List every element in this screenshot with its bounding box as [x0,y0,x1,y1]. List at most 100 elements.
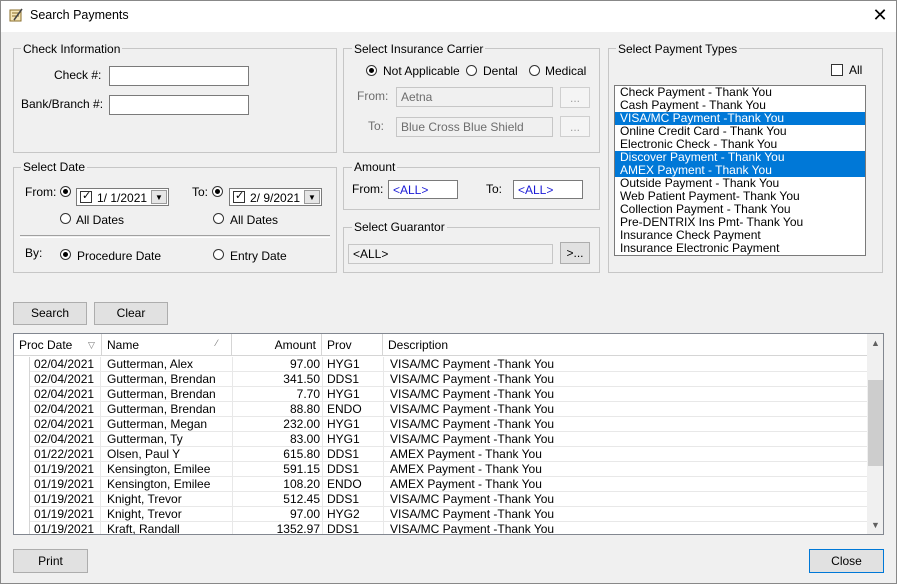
cell-prov: DDS1 [327,372,360,386]
table-row[interactable]: 01/19/2021 Kraft, Randall 1352.97 DDS1 VISA/… [14,522,867,535]
dental-radio[interactable] [466,65,477,76]
column-separator [232,477,233,492]
check-number-input[interactable] [109,66,249,86]
scroll-down-icon[interactable]: ▼ [867,517,883,534]
row-selector[interactable] [14,447,30,462]
grid-scrollbar[interactable]: ▲ ▼ [867,334,883,534]
column-separator [232,357,233,372]
medical-radio[interactable] [529,65,540,76]
column-header-name[interactable]: Name ⁄ [102,334,232,356]
date-from-radio[interactable] [60,186,71,197]
column-separator [100,372,101,387]
not-applicable-radio[interactable] [366,65,377,76]
carrier-to-browse-button[interactable]: ... [560,116,590,137]
column-separator [232,417,233,432]
carrier-to-label: To: [368,119,385,133]
scrollbar-thumb[interactable] [868,380,883,466]
date-to-radio[interactable] [212,186,223,197]
payment-types-list[interactable]: Check Payment - Thank You Cash Payment - … [614,85,866,256]
entry-date-label: Entry Date [230,249,287,263]
row-selector[interactable] [14,522,30,534]
chevron-down-icon[interactable]: ▼ [304,190,320,204]
entry-date-radio[interactable] [213,249,224,260]
check-number-label: Check #: [54,68,102,82]
table-row[interactable]: 01/22/2021 Olsen, Paul Y 615.80 DDS1 AMEX Pa… [14,447,867,462]
column-separator [322,462,323,477]
column-header-amount[interactable]: Amount [232,334,322,356]
column-header-proc-date[interactable]: Proc Date ▽ [14,334,102,356]
payment-type-item[interactable]: Insurance Electronic Payment [615,242,865,255]
column-separator [322,357,323,372]
all-payment-types-checkbox[interactable] [831,64,843,76]
close-window-icon[interactable]: ✕ [866,2,894,30]
guarantor-browse-button[interactable]: >... [560,242,590,264]
row-selector[interactable] [14,372,30,387]
cell-name: Gutterman, Alex [107,357,194,371]
filter-icon[interactable]: ▽ [88,334,95,356]
print-button[interactable]: Print [13,549,88,573]
guarantor-input[interactable]: <ALL> [348,244,553,264]
bank-branch-input[interactable] [109,95,249,115]
column-separator [383,522,384,534]
date-from-checkbox[interactable] [80,189,92,203]
amount-to-input[interactable]: <ALL> [513,180,583,199]
clear-button[interactable]: Clear [94,302,168,325]
grid-rows: 02/04/2021 Gutterman, Alex 97.00 HYG1 VISA/M… [14,357,867,535]
column-separator [322,507,323,522]
row-selector[interactable] [14,477,30,492]
column-separator [322,522,323,534]
from-all-dates-radio[interactable] [60,213,71,224]
date-divider [20,235,330,238]
chevron-down-icon[interactable]: ▼ [151,190,167,204]
cell-amount: 232.00 [283,417,320,431]
row-selector[interactable] [14,432,30,447]
row-selector[interactable] [14,402,30,417]
row-selector[interactable] [14,462,30,477]
table-row[interactable]: 01/19/2021 Kensington, Emilee 108.20 ENDO AM… [14,477,867,492]
search-button[interactable]: Search [13,302,87,325]
row-selector[interactable] [14,387,30,402]
cell-name: Knight, Trevor [107,507,182,521]
results-grid[interactable]: Proc Date ▽ Name ⁄ Amount Prov Descripti… [13,333,884,535]
table-row[interactable]: 02/04/2021 Gutterman, Megan 232.00 HYG1 VISA… [14,417,867,432]
to-all-dates-radio[interactable] [213,213,224,224]
table-row[interactable]: 02/04/2021 Gutterman, Brendan 341.50 DDS1 VI… [14,372,867,387]
table-row[interactable]: 02/04/2021 Gutterman, Brendan 7.70 HYG1 VISA… [14,387,867,402]
column-header-prov[interactable]: Prov [322,334,383,356]
column-separator [383,357,384,372]
row-selector[interactable] [14,507,30,522]
cell-amount: 1352.97 [276,522,320,535]
carrier-to-input[interactable]: Blue Cross Blue Shield [396,117,553,137]
row-selector[interactable] [14,357,30,372]
date-from-picker[interactable]: 1/ 1/2021 ▼ [76,188,169,206]
column-separator [232,492,233,507]
close-button[interactable]: Close [809,549,884,573]
window-title: Search Payments [30,8,129,22]
row-selector[interactable] [14,417,30,432]
row-selector[interactable] [14,492,30,507]
column-separator [383,462,384,477]
carrier-from-browse-button[interactable]: ... [560,87,590,108]
table-row[interactable]: 02/04/2021 Gutterman, Ty 83.00 HYG1 VISA/MC … [14,432,867,447]
cell-amount: 7.70 [296,387,320,401]
date-to-picker[interactable]: 2/ 9/2021 ▼ [229,188,322,206]
cell-name: Gutterman, Ty [107,432,183,446]
sort-icon[interactable]: ⁄ [216,334,218,354]
carrier-from-input[interactable]: Aetna [396,87,553,107]
column-separator [232,387,233,402]
amount-from-input[interactable]: <ALL> [388,180,458,199]
column-header-description[interactable]: Description [383,334,867,356]
table-row[interactable]: 01/19/2021 Knight, Trevor 97.00 HYG2 VISA/MC… [14,507,867,522]
cell-proc-date: 01/19/2021 [34,462,95,476]
table-row[interactable]: 02/04/2021 Gutterman, Alex 97.00 HYG1 VISA/M… [14,357,867,372]
cell-proc-date: 01/19/2021 [34,477,95,491]
column-separator [322,402,323,417]
scroll-up-icon[interactable]: ▲ [867,335,883,352]
date-to-checkbox[interactable] [233,189,245,203]
cell-prov: ENDO [327,477,362,491]
table-row[interactable]: 01/19/2021 Kensington, Emilee 591.15 DDS1 AM… [14,462,867,477]
table-row[interactable]: 02/04/2021 Gutterman, Brendan 88.80 ENDO VIS… [14,402,867,417]
procedure-date-radio[interactable] [60,249,71,260]
cell-prov: DDS1 [327,447,360,461]
table-row[interactable]: 01/19/2021 Knight, Trevor 512.45 DDS1 VISA/M… [14,492,867,507]
